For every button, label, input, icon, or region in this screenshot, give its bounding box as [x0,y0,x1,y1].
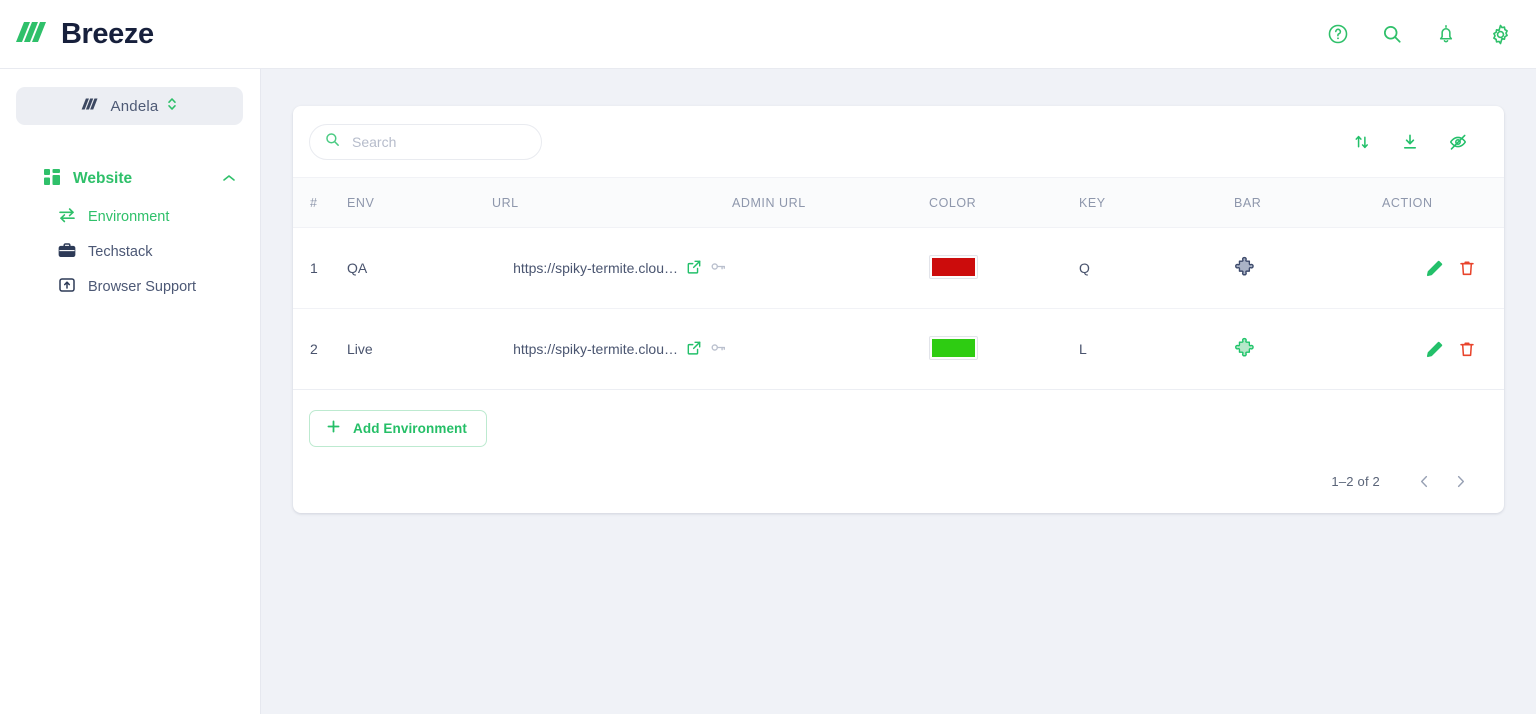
card-toolbar [293,106,1504,177]
cell-action [1382,308,1504,390]
download-icon[interactable] [1399,131,1421,153]
cell-url: https://spiky-termite.clou… [492,308,732,390]
environments-table: # ENV URL ADMIN URL COLOR KEY BAR ACTION [293,177,1504,390]
table-head: # ENV URL ADMIN URL COLOR KEY BAR ACTION [293,177,1504,228]
environments-card: # ENV URL ADMIN URL COLOR KEY BAR ACTION [293,106,1504,513]
cell-number: 1 [293,227,347,309]
transfer-arrows-icon [58,207,76,228]
chevron-left-icon[interactable] [1410,467,1438,495]
breeze-slashes-logo-icon [16,19,52,50]
sidebar-item-techstack[interactable]: Techstack [0,241,260,263]
key-icon[interactable] [710,258,727,278]
sidebar-item-label: Environment [88,209,170,225]
puzzle-piece-icon[interactable] [1234,337,1256,362]
sidebar-item-label: Browser Support [88,279,196,295]
table-body: 1 QA https://spiky-termite.clou… Q 2 Liv… [293,227,1504,390]
column-header-key[interactable]: KEY [1079,177,1234,228]
table-header-row: # ENV URL ADMIN URL COLOR KEY BAR ACTION [293,177,1504,228]
cell-bar [1234,227,1382,309]
table-toolbar-icons [1351,131,1469,153]
column-header-admin-url[interactable]: ADMIN URL [732,177,929,228]
delete-trash-icon[interactable] [1458,259,1476,277]
puzzle-piece-icon[interactable] [1234,256,1256,281]
cell-env: QA [347,227,492,309]
search-input[interactable] [350,132,510,151]
hide-columns-eye-off-icon[interactable] [1447,131,1469,153]
cell-color [929,308,1079,390]
org-name: Andela [110,97,159,115]
url-text: https://spiky-termite.clou… [513,341,678,357]
table-row[interactable]: 2 Live https://spiky-termite.clou… L [293,308,1504,390]
org-selector[interactable]: Andela [16,87,243,125]
pagination-label: 1–2 of 2 [1331,473,1380,489]
settings-gear-icon[interactable] [1488,22,1512,46]
search-icon[interactable] [1380,22,1404,46]
dashboard-grid-icon [44,168,60,190]
sidebar-group-label: Website [73,170,133,187]
color-swatch[interactable] [929,335,978,360]
cell-action [1382,227,1504,309]
search-icon [324,131,341,153]
app-root: Breeze Andela Website Environment Techst… [0,0,1536,714]
delete-trash-icon[interactable] [1458,340,1476,358]
chevron-right-icon[interactable] [1446,467,1474,495]
cell-key: Q [1079,227,1234,309]
top-bar-actions [1326,22,1512,46]
briefcase-icon [58,242,76,263]
column-header-bar[interactable]: BAR [1234,177,1382,228]
chevron-up-icon[interactable] [222,170,236,188]
column-header-action[interactable]: ACTION [1382,177,1504,228]
sidebar-item-label: Techstack [88,244,153,260]
pagination: 1–2 of 2 [293,447,1504,513]
help-circle-icon[interactable] [1326,22,1350,46]
cell-key: L [1079,308,1234,390]
plus-icon [326,419,341,439]
card-footer: Add Environment 1–2 of 2 [293,390,1504,513]
brand-logo[interactable]: Breeze [16,18,154,51]
cell-url: https://spiky-termite.clou… [492,227,732,309]
brand-name: Breeze [61,17,154,50]
url-text: https://spiky-termite.clou… [513,260,678,276]
column-header-color[interactable]: COLOR [929,177,1079,228]
sidebar-nav: Website Environment Techstack Browser Su… [0,165,260,298]
add-environment-button[interactable]: Add Environment [309,410,488,447]
edit-pencil-icon[interactable] [1425,259,1444,278]
sidebar-item-environment[interactable]: Environment [0,206,260,228]
cell-admin-url [732,308,929,390]
sidebar-item-browser-support[interactable]: Browser Support [0,276,260,298]
column-header-url[interactable]: URL [492,177,732,228]
color-swatch-fill [932,338,975,357]
page-body: Andela Website Environment Techstack Bro… [0,69,1536,714]
table-row[interactable]: 1 QA https://spiky-termite.clou… Q [293,227,1504,309]
cell-number: 2 [293,308,347,390]
cell-env: Live [347,308,492,390]
cell-color [929,227,1079,309]
top-bar: Breeze [0,0,1536,69]
browser-upload-icon [58,277,76,298]
search-box[interactable] [309,123,542,160]
add-environment-label: Add Environment [353,421,468,436]
cell-admin-url [732,227,929,309]
edit-pencil-icon[interactable] [1425,340,1444,359]
color-swatch-fill [932,257,975,276]
external-link-icon[interactable] [686,340,702,359]
cell-bar [1234,308,1382,390]
main-content: # ENV URL ADMIN URL COLOR KEY BAR ACTION [261,69,1536,714]
column-header-env[interactable]: ENV [347,177,492,228]
column-header-number[interactable]: # [293,177,347,228]
sort-icon[interactable] [1351,131,1373,153]
external-link-icon[interactable] [686,259,702,278]
color-swatch[interactable] [929,254,978,279]
sidebar-group-website[interactable]: Website [0,165,260,193]
andela-slashes-logo-icon [81,96,103,117]
sidebar-sub-items: Environment Techstack Browser Support [0,206,260,298]
sidebar: Andela Website Environment Techstack Bro… [0,69,261,714]
key-icon[interactable] [710,339,727,359]
notifications-bell-icon[interactable] [1434,22,1458,46]
chevron-up-down-icon [166,95,178,118]
